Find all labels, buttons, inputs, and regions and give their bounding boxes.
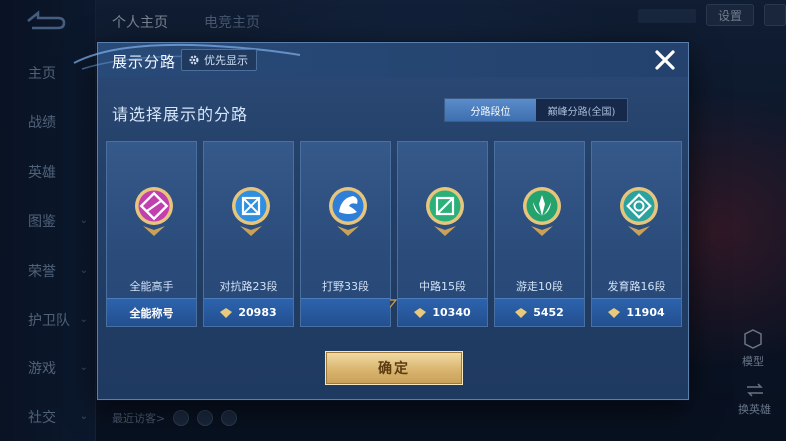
lane-card-name: 对抗路23段	[219, 280, 278, 293]
close-icon[interactable]	[652, 47, 678, 73]
lane-card-footer-text: 10340	[432, 306, 471, 319]
lane-card-footer: 20983	[204, 298, 293, 326]
lane-card-farm[interactable]: 发育路16段 11904	[591, 141, 682, 327]
lane-card-footer-text: 20983	[238, 306, 277, 319]
confirm-button[interactable]: 确定	[325, 351, 463, 385]
toggle-peak-lane-national[interactable]: 巅峰分路(全国)	[536, 99, 627, 121]
lane-card-name: 发育路16段	[607, 280, 666, 293]
roam-emblem-icon	[523, 187, 561, 236]
dialog-subtitle: 请选择展示的分路	[112, 105, 249, 124]
lane-card-footer-text: 11904	[626, 306, 665, 319]
mid-lane-emblem-icon	[426, 187, 464, 236]
lane-card-clash[interactable]: 对抗路23段 20983	[203, 141, 294, 327]
lane-card-footer: 全能称号	[107, 298, 196, 326]
rank-points-icon	[608, 307, 621, 318]
dialog-header: 展示分路 优先显示	[73, 43, 688, 77]
gear-icon	[189, 55, 199, 65]
lane-card-footer: 5452	[495, 298, 584, 326]
lane-card-footer: 10340	[398, 298, 487, 326]
priority-display-label: 优先显示	[204, 54, 248, 67]
lane-card-footer-text: 5452	[533, 306, 564, 319]
lane-display-dialog: 展示分路 优先显示 请选择展示的分路 分路段位 巅峰分路(全国) 全能高手 全能…	[73, 42, 689, 400]
lane-card-name: 打野33段	[322, 280, 369, 293]
lane-mode-toggle: 分路段位 巅峰分路(全国)	[444, 98, 628, 122]
lane-card-footer: 11904	[592, 298, 681, 326]
rank-points-icon	[515, 307, 528, 318]
lane-card-footer-text: 全能称号	[129, 306, 174, 320]
lane-card-name: 中路15段	[419, 280, 466, 293]
clash-lane-emblem-icon	[232, 187, 270, 236]
lane-card-list: 全能高手 全能称号 对抗路23段 20983 打野33段 中路15段 10340…	[106, 141, 682, 327]
all-round-emblem-icon	[135, 187, 173, 236]
lane-card-jungle[interactable]: 打野33段 100	[300, 141, 398, 327]
lane-card-footer	[301, 298, 390, 326]
lane-card-roam[interactable]: 游走10段 5452	[494, 141, 585, 327]
toggle-lane-rank[interactable]: 分路段位	[445, 99, 536, 121]
lane-card-all-round[interactable]: 全能高手 全能称号	[106, 141, 197, 327]
rank-points-icon	[220, 307, 233, 318]
jungle-emblem-icon	[329, 187, 367, 236]
lane-card-name: 全能高手	[129, 280, 174, 293]
farm-lane-emblem-icon	[620, 187, 658, 236]
lane-card-name: 游走10段	[516, 280, 563, 293]
lane-card-mid[interactable]: 中路15段 10340	[397, 141, 488, 327]
rank-points-icon	[414, 307, 427, 318]
dialog-title: 展示分路	[112, 53, 177, 71]
priority-display-button[interactable]: 优先显示	[181, 49, 257, 71]
